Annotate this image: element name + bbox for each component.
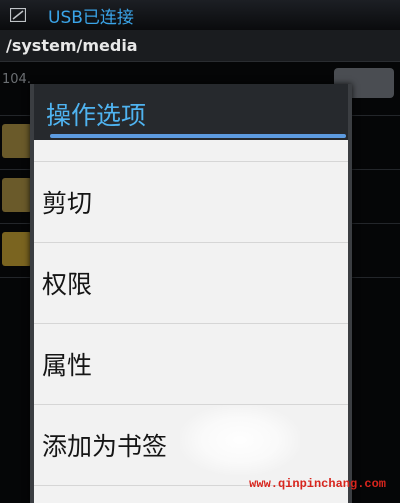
menu-item-permissions[interactable]: 权限 [34, 243, 348, 324]
dialog-header: 操作选项 [34, 84, 348, 140]
usb-status-text: USB已连接 [48, 7, 134, 28]
title-underline [50, 134, 346, 138]
folder-icon [2, 124, 32, 158]
folder-icon [2, 178, 32, 212]
dialog-title: 操作选项 [46, 101, 147, 130]
menu-divider [34, 140, 348, 162]
menu-item-cut[interactable]: 剪切 [34, 162, 348, 243]
status-bar: USB已连接 [0, 0, 400, 30]
usb-icon [10, 8, 26, 22]
menu-item-properties[interactable]: 属性 [34, 324, 348, 405]
file-info-text: 104. [2, 72, 31, 87]
watermark: www.qinpinchang.com [249, 477, 386, 491]
watermark-glow [180, 405, 300, 475]
path-bar: /system/media [0, 30, 400, 62]
file-icon [2, 232, 32, 266]
current-path: /system/media [6, 36, 138, 55]
